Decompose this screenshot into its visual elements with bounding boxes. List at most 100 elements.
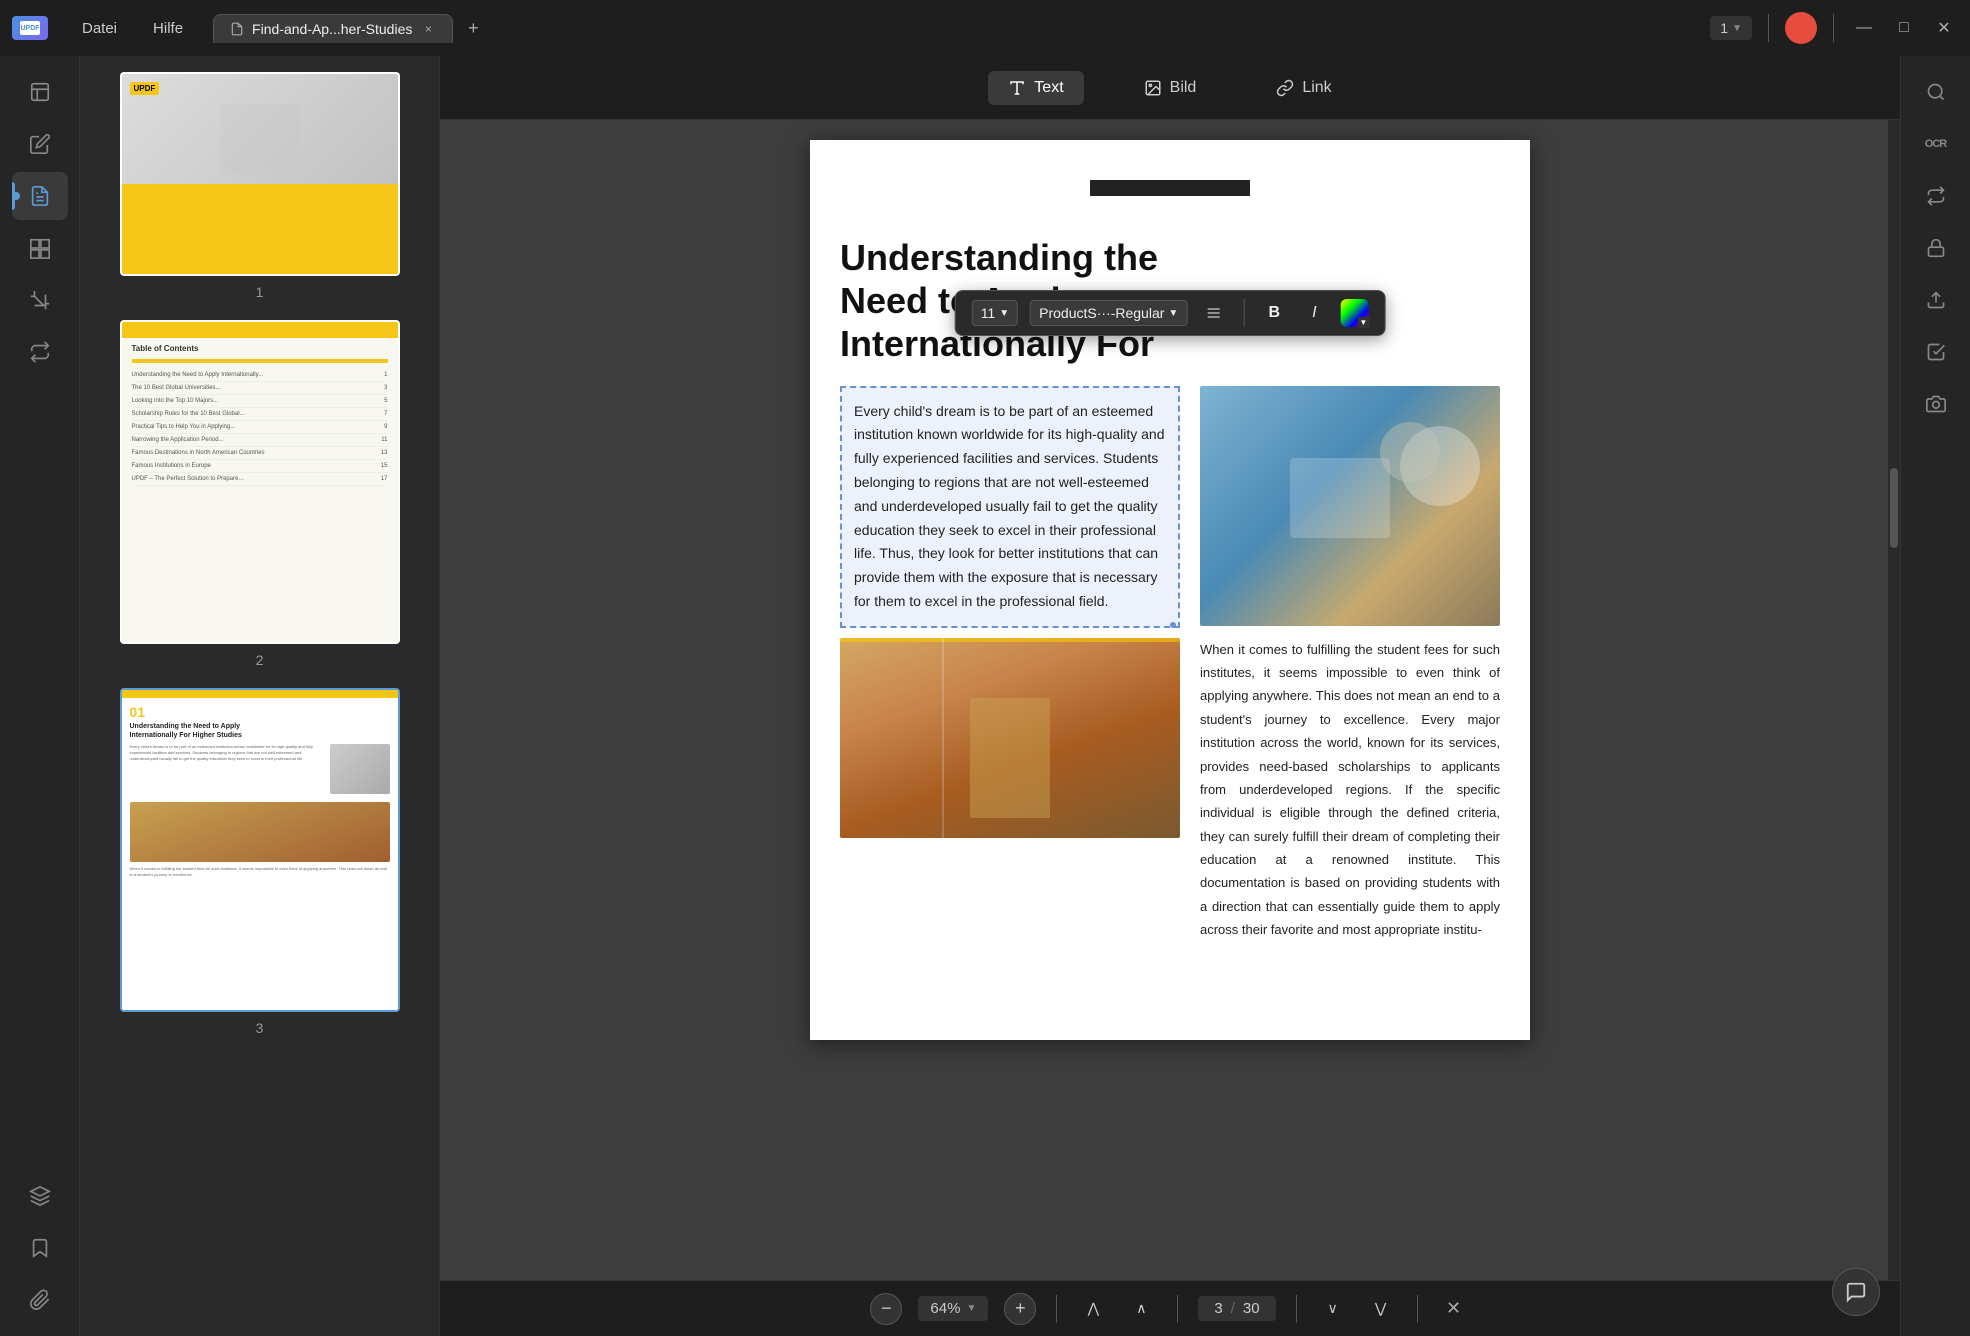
- current-page: 3: [1214, 1300, 1222, 1317]
- thumb-row-text: Famous Institutions in Europe: [132, 463, 211, 469]
- close-button[interactable]: ✕: [1930, 14, 1958, 42]
- active-tab[interactable]: Find-and-Ap...her-Studies ×: [213, 14, 453, 43]
- thumbnail-card-1[interactable]: UPDF: [120, 72, 400, 276]
- left-sidebar: [0, 56, 80, 1336]
- sidebar-icon-pages[interactable]: [12, 224, 68, 272]
- bottom-divider-2: [1177, 1295, 1178, 1323]
- link-icon: [1276, 79, 1294, 97]
- thumbnail-number-2: 2: [256, 652, 264, 668]
- thumb-bg-1: UPDF: [122, 74, 398, 274]
- toolbar-bild-label: Bild: [1170, 79, 1197, 97]
- font-size-chevron: ▼: [999, 308, 1009, 319]
- toolbar-link-label: Link: [1302, 79, 1331, 97]
- title-bar-right: 1 ▼ — □ ✕: [1710, 12, 1958, 44]
- thumb-row-text: Narrowing the Application Period...: [132, 437, 224, 443]
- page-nav[interactable]: 1 ▼: [1710, 16, 1752, 40]
- thumb-p2-row-3: Looking into the Top 10 Majors... 5: [132, 395, 388, 408]
- thumbnail-card-2[interactable]: Table of Contents Understanding the Need…: [120, 320, 400, 644]
- sidebar-icon-document[interactable]: [12, 68, 68, 116]
- search-right-icon[interactable]: [1912, 68, 1960, 116]
- toolbar-bild-btn[interactable]: Bild: [1124, 71, 1217, 105]
- font-family-value: ProductS···-Regular: [1039, 305, 1164, 321]
- bold-button[interactable]: B: [1260, 299, 1288, 327]
- font-size-selector[interactable]: 11 ▼: [972, 300, 1018, 326]
- pdf-lower-image: [840, 638, 1180, 838]
- sidebar-icon-crop[interactable]: [12, 276, 68, 324]
- thumb-p3-text: Every child's dream is to be part of an …: [130, 744, 326, 794]
- person-silhouette: [970, 698, 1050, 818]
- zoom-display[interactable]: 64% ▼: [918, 1296, 988, 1321]
- new-tab-button[interactable]: +: [459, 14, 487, 42]
- maximize-button[interactable]: □: [1890, 14, 1918, 42]
- text-edit-toolbar: 11 ▼ ProductS···-Regular ▼ B I: [955, 290, 1386, 336]
- ocr-icon[interactable]: OCR: [1912, 120, 1960, 168]
- sidebar-icon-annotate[interactable]: [12, 172, 68, 220]
- thumb-row-num: 1: [384, 372, 387, 378]
- thumb-p3-num: 01: [122, 698, 398, 722]
- thumb-logo-1: UPDF: [130, 82, 160, 95]
- share-icon[interactable]: [1912, 276, 1960, 324]
- thumb-photo-1: [220, 104, 300, 174]
- prev-page-button[interactable]: ∧: [1125, 1293, 1157, 1325]
- toolbar-text-label: Text: [1034, 79, 1063, 97]
- page-separator: /: [1231, 1300, 1235, 1317]
- thumbnail-card-3[interactable]: 01 Understanding the Need to ApplyIntern…: [120, 688, 400, 1012]
- tab-close-btn[interactable]: ×: [420, 21, 436, 37]
- main-area: UPDF 1 Table of Contents Understanding: [0, 56, 1970, 1336]
- chat-icon: [1845, 1281, 1867, 1303]
- thumb-row-text: Looking into the Top 10 Majors...: [132, 398, 219, 404]
- selected-text-block[interactable]: Every child's dream is to be part of an …: [840, 386, 1180, 628]
- thumb-p2-header: [122, 322, 398, 338]
- thumb-p3-photo2: [130, 802, 390, 862]
- title-bar: UPDF Datei Hilfe Find-and-Ap...her-Studi…: [0, 0, 1970, 56]
- scroll-thumb[interactable]: [1890, 468, 1898, 548]
- zoom-percent: 64%: [930, 1300, 960, 1317]
- thumb-p2-content: Understanding the Need to Apply Internat…: [122, 369, 398, 486]
- align-icon: [1205, 305, 1221, 321]
- thumb-row-num: 7: [384, 411, 387, 417]
- toolbar-text-btn[interactable]: Text: [988, 71, 1083, 105]
- main-content: Text Bild Link: [440, 56, 1900, 1336]
- color-picker-button[interactable]: [1340, 299, 1368, 327]
- zoom-in-button[interactable]: +: [1004, 1293, 1036, 1325]
- first-page-button[interactable]: ⋀: [1077, 1293, 1109, 1325]
- last-page-button[interactable]: ⋁: [1365, 1293, 1397, 1325]
- thumb-row-text: The 10 Best Global Universities...: [132, 385, 221, 391]
- font-family-selector[interactable]: ProductS···-Regular ▼: [1030, 300, 1187, 326]
- chat-button[interactable]: [1832, 1268, 1880, 1316]
- minimize-button[interactable]: —: [1850, 14, 1878, 42]
- thumb-row-num: 3: [384, 385, 387, 391]
- next-page-button[interactable]: ∨: [1317, 1293, 1349, 1325]
- convert-right-icon[interactable]: [1912, 172, 1960, 220]
- protect-icon[interactable]: [1912, 224, 1960, 272]
- menu-hilfe[interactable]: Hilfe: [139, 14, 197, 43]
- close-bottom-bar-button[interactable]: ✕: [1438, 1293, 1470, 1325]
- sidebar-icon-bookmark[interactable]: [12, 1224, 68, 1272]
- thumb-p2-title: Table of Contents: [122, 338, 398, 359]
- thumb-row-num: 17: [381, 476, 388, 482]
- sidebar-icon-convert[interactable]: [12, 328, 68, 376]
- sidebar-icon-edit[interactable]: [12, 120, 68, 168]
- sidebar-icon-layers[interactable]: [12, 1172, 68, 1220]
- sidebar-icon-attachment[interactable]: [12, 1276, 68, 1324]
- pdf-header-area: [810, 140, 1530, 216]
- pdf-viewer: Understanding the Need to Apply Internat…: [440, 120, 1900, 1280]
- italic-button[interactable]: I: [1300, 299, 1328, 327]
- title-divider2: [1833, 14, 1834, 42]
- pdf-header-bar: [1090, 180, 1250, 196]
- check-icon[interactable]: [1912, 328, 1960, 376]
- page-indicator: 3 / 30: [1198, 1296, 1275, 1321]
- text-align-button[interactable]: [1199, 299, 1227, 327]
- toolbar-link-btn[interactable]: Link: [1256, 71, 1351, 105]
- thumb-p3-heading: Understanding the Need to ApplyInternati…: [122, 722, 398, 740]
- pdf-hero-image: [1200, 386, 1500, 626]
- menu-datei[interactable]: Datei: [68, 14, 131, 43]
- snapshot-icon[interactable]: [1912, 380, 1960, 428]
- zoom-chevron: ▼: [966, 1303, 976, 1314]
- thumb-p2-row-4: Scholarship Rules for the 10 Best Global…: [132, 408, 388, 421]
- thumb-p2-row-6: Narrowing the Application Period... 11: [132, 434, 388, 447]
- tab-pdf-icon: [230, 22, 244, 36]
- laptop-element: [1290, 458, 1390, 538]
- zoom-out-button[interactable]: −: [870, 1293, 902, 1325]
- user-avatar[interactable]: [1785, 12, 1817, 44]
